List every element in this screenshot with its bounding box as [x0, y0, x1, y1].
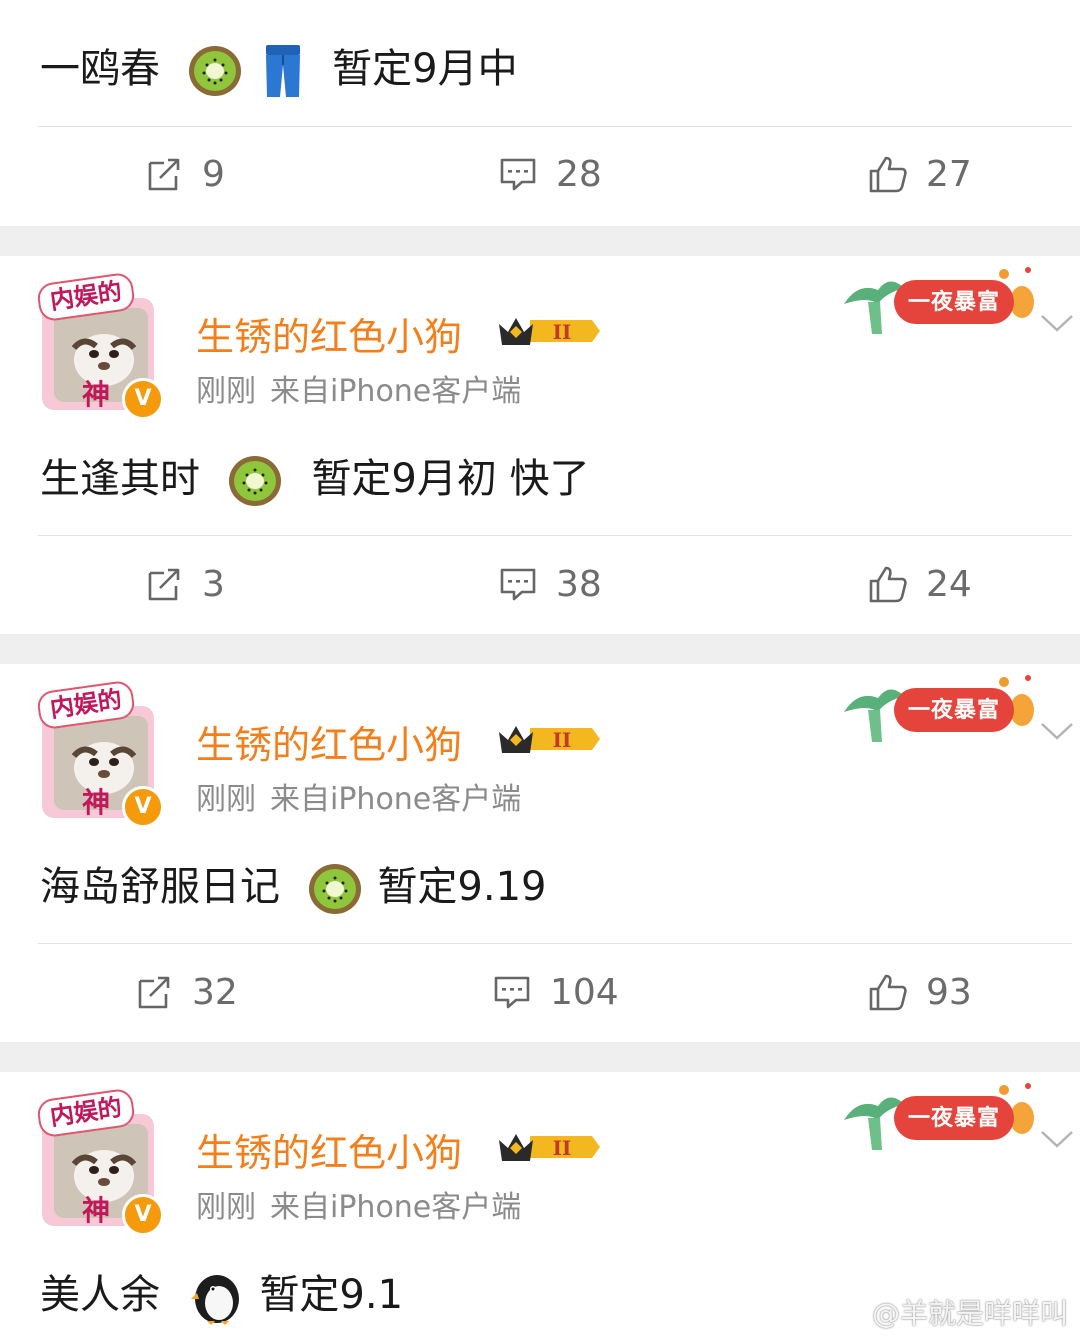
chevron-down-icon[interactable] [1040, 312, 1074, 334]
card-decoration: 一夜暴富 [838, 672, 1038, 746]
post-time: 刚刚 [196, 1190, 256, 1225]
username[interactable]: 生锈的红色小狗 [196, 714, 462, 769]
repost-icon [148, 158, 180, 191]
post-meta: 刚刚 来自iPhone客户端 [196, 774, 521, 818]
post-source: 来自iPhone客户端 [270, 782, 522, 817]
post-text: 一鸥春 暂定9月中 [40, 36, 518, 99]
post-text: 生逢其时 暂定9月初 快了 [40, 446, 590, 509]
like-button[interactable]: 93 [868, 968, 972, 1016]
repost-count: 3 [202, 563, 225, 605]
crown-badge-icon[interactable]: II [496, 720, 602, 758]
avatar[interactable]: 内娱的 神 V [34, 271, 166, 420]
post-card: 内娱的 神 V 生锈的红色小狗 II 刚刚 来自iPhone客户端 一夜暴富 [0, 256, 1080, 634]
thumbs-up-icon [869, 566, 907, 603]
comment-icon [494, 976, 530, 1009]
svg-text:II: II [553, 320, 572, 344]
divider [38, 126, 1072, 127]
avatar-tag: 神 [81, 378, 110, 411]
post-text-part: 暂定9.19 [377, 864, 547, 910]
post-text-part: 暂定9月中 [332, 46, 518, 92]
comment-icon [500, 568, 536, 601]
comment-count: 104 [550, 971, 619, 1013]
post-text-part: 暂定9月初 快了 [311, 456, 590, 502]
repost-icon [148, 568, 180, 601]
like-count: 93 [926, 971, 972, 1013]
post-card: 内娱的 神 V 生锈的红色小狗 II 刚刚 来自iPhone客户端 一夜暴富 [0, 664, 1080, 1042]
repost-count: 9 [202, 153, 225, 195]
post-text-part: 美人余 [40, 1272, 160, 1318]
like-count: 27 [926, 153, 972, 195]
post-source: 来自iPhone客户端 [270, 1190, 522, 1225]
decoration-label: 一夜暴富 [894, 280, 1014, 324]
like-button[interactable]: 27 [868, 150, 972, 198]
crown-badge-icon[interactable]: II [496, 312, 602, 350]
watermark-text: @羊就是咩咩叫 [872, 1297, 1069, 1330]
svg-text:II: II [553, 1136, 572, 1160]
verified-v-icon: V [122, 1194, 164, 1236]
divider [38, 535, 1072, 536]
comment-icon [500, 158, 536, 191]
kiwi-emoji-icon [188, 46, 241, 96]
avatar-tag: 神 [81, 1194, 110, 1227]
penguin-emoji-icon [190, 1275, 239, 1325]
verified-v-icon: V [122, 378, 164, 420]
repost-button[interactable]: 32 [134, 968, 238, 1016]
crown-badge-icon[interactable]: II [496, 1128, 602, 1166]
post-card: 一鸥春 暂定9月中 9 28 27 [0, 0, 1080, 226]
card-decoration: 一夜暴富 [838, 264, 1038, 338]
post-text-part: 生逢其时 [40, 456, 200, 502]
chevron-down-icon[interactable] [1040, 1128, 1074, 1150]
card-decoration: 一夜暴富 [838, 1080, 1038, 1154]
jeans-emoji-icon [266, 45, 301, 97]
kiwi-emoji-icon [308, 864, 361, 914]
thumbs-up-icon [869, 974, 907, 1011]
post-text-part: 一鸥春 [40, 46, 160, 92]
post-source: 来自iPhone客户端 [270, 374, 522, 409]
svg-text:II: II [553, 728, 572, 752]
post-text: 海岛舒服日记 暂定9.19 [40, 854, 547, 917]
post-time: 刚刚 [196, 374, 256, 409]
comment-button[interactable]: 38 [498, 560, 602, 608]
comment-button[interactable]: 104 [492, 968, 619, 1016]
post-text-part: 暂定9.1 [259, 1272, 404, 1318]
decoration-label: 一夜暴富 [894, 1096, 1014, 1140]
post-text-part: 海岛舒服日记 [40, 864, 280, 910]
verified-v-icon: V [122, 786, 164, 828]
repost-count: 32 [192, 971, 238, 1013]
decoration-label: 一夜暴富 [894, 688, 1014, 732]
avatar-tag: 神 [81, 786, 110, 819]
comment-button[interactable]: 28 [498, 150, 602, 198]
thumbs-up-icon [869, 156, 907, 193]
username[interactable]: 生锈的红色小狗 [196, 306, 462, 361]
comment-count: 28 [556, 153, 602, 195]
comment-count: 38 [556, 563, 602, 605]
avatar[interactable]: 内娱的 神 V [34, 679, 166, 828]
post-meta: 刚刚 来自iPhone客户端 [196, 1182, 521, 1226]
post-time: 刚刚 [196, 782, 256, 817]
post-text: 美人余 暂定9.1 [40, 1262, 403, 1325]
divider [38, 943, 1072, 944]
post-meta: 刚刚 来自iPhone客户端 [196, 366, 521, 410]
repost-button[interactable]: 3 [144, 560, 225, 608]
like-count: 24 [926, 563, 972, 605]
like-button[interactable]: 24 [868, 560, 972, 608]
repost-icon [138, 976, 170, 1009]
avatar[interactable]: 内娱的 神 V [34, 1087, 166, 1236]
repost-button[interactable]: 9 [144, 150, 225, 198]
weibo-logo-icon [835, 1304, 867, 1328]
watermark: @羊就是咩咩叫 [834, 1292, 1068, 1332]
chevron-down-icon[interactable] [1040, 720, 1074, 742]
kiwi-emoji-icon [228, 456, 281, 506]
username[interactable]: 生锈的红色小狗 [196, 1122, 462, 1177]
